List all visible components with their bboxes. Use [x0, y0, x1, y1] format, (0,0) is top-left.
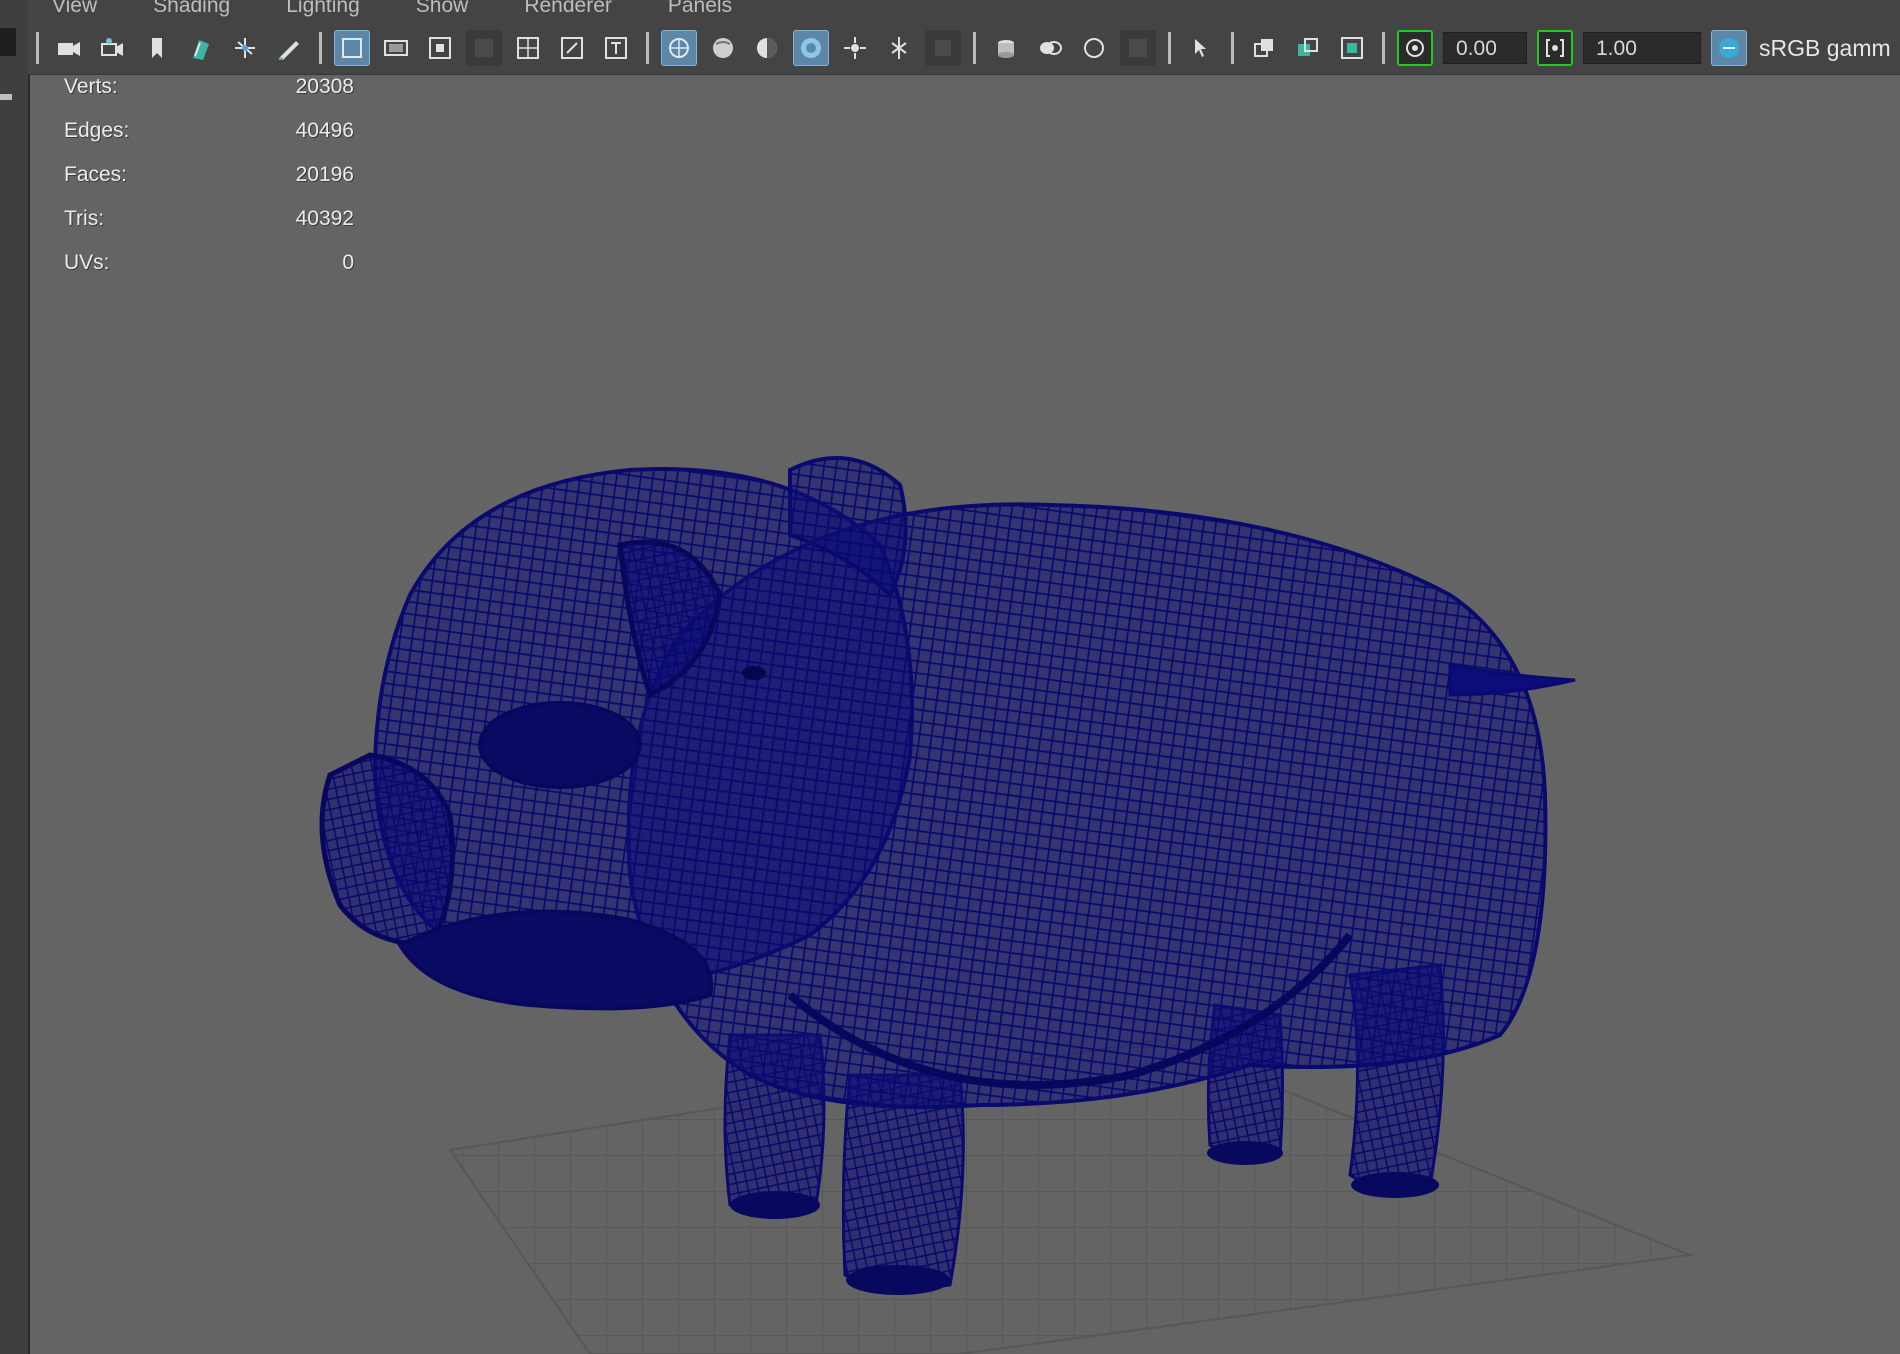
hud-label: Edges:	[64, 119, 130, 142]
grid-toggle-icon[interactable]	[227, 30, 263, 66]
toolbar-separator	[973, 32, 976, 64]
grease-pencil-icon[interactable]	[271, 30, 307, 66]
wireframe-on-shaded-icon[interactable]	[661, 30, 697, 66]
hud-value: 20308	[295, 75, 354, 98]
menu-show[interactable]: Show	[388, 0, 497, 18]
menu-shading[interactable]: Shading	[125, 0, 258, 18]
gate-mask-icon[interactable]	[466, 30, 502, 66]
menu-renderer[interactable]: Renderer	[496, 0, 640, 18]
hud-label: Faces:	[64, 163, 128, 186]
hud-value: 40496	[295, 119, 354, 142]
hud-label: Tris:	[64, 207, 105, 230]
hud-label: UVs:	[64, 251, 110, 274]
camera-gamma-icon[interactable]	[1537, 30, 1573, 66]
wireframe-shading-icon[interactable]	[334, 30, 370, 66]
hud-row-uvs: UVs: 0	[64, 251, 354, 295]
exposure-field[interactable]: 0.00	[1443, 32, 1527, 64]
gamma-field[interactable]: 1.00	[1583, 32, 1701, 64]
toolbar-separator	[1382, 32, 1385, 64]
image-plane-icon[interactable]	[183, 30, 219, 66]
hud-row-tris: Tris: 40392	[64, 207, 354, 251]
bookmark-icon[interactable]	[139, 30, 175, 66]
maya-viewport-window: View Shading Lighting Show Renderer Pane…	[0, 0, 1900, 1354]
camera-attributes-icon[interactable]	[95, 30, 131, 66]
hud-value: 20196	[295, 163, 354, 186]
3d-viewport[interactable]: Verts: 20308 Edges: 40496 Faces: 20196 T…	[30, 75, 1900, 1354]
camera-sequence-icon[interactable]	[1290, 30, 1326, 66]
toolbar-separator	[1231, 32, 1234, 64]
xray-joints-icon[interactable]	[1183, 30, 1219, 66]
panel-toolbar: 0.00 1.00 sRGB gamm	[28, 22, 1900, 75]
shadows-icon[interactable]	[881, 30, 917, 66]
camera-exposure-icon[interactable]	[1397, 30, 1433, 66]
panel-menu-bar: View Shading Lighting Show Renderer Pane…	[28, 0, 1900, 22]
use-default-material-icon[interactable]	[749, 30, 785, 66]
hud-toggle-icon[interactable]	[1334, 30, 1370, 66]
toolbar-separator	[646, 32, 649, 64]
isolate-select-icon[interactable]	[1120, 30, 1156, 66]
toolbar-separator	[1168, 32, 1171, 64]
depth-of-field-icon[interactable]	[1076, 30, 1112, 66]
smooth-shade-icon[interactable]	[705, 30, 741, 66]
lights-icon[interactable]	[837, 30, 873, 66]
hud-value: 40392	[295, 207, 354, 230]
ambient-occlusion-icon[interactable]	[925, 30, 961, 66]
resolution-gate-icon[interactable]	[422, 30, 458, 66]
left-panel-marker	[0, 94, 12, 100]
menu-panels[interactable]: Panels	[640, 0, 760, 18]
multisample-aa-icon[interactable]	[1032, 30, 1068, 66]
field-chart-icon[interactable]	[510, 30, 546, 66]
hud-row-faces: Faces: 20196	[64, 163, 354, 207]
toolbar-separator	[36, 32, 39, 64]
xray-active-components-icon[interactable]	[1246, 30, 1282, 66]
left-panel-edge	[0, 0, 30, 1354]
motion-blur-icon[interactable]	[988, 30, 1024, 66]
safe-action-icon[interactable]	[554, 30, 590, 66]
hud-label: Verts:	[64, 75, 118, 98]
color-space-label[interactable]: sRGB gamm	[1759, 35, 1891, 62]
poly-count-hud: Verts: 20308 Edges: 40496 Faces: 20196 T…	[64, 75, 354, 295]
hud-value: 0	[342, 251, 354, 274]
camera-icon[interactable]	[51, 30, 87, 66]
toolbar-separator	[319, 32, 322, 64]
menu-lighting[interactable]: Lighting	[258, 0, 388, 18]
hud-row-verts: Verts: 20308	[64, 75, 354, 119]
film-gate-icon[interactable]	[378, 30, 414, 66]
menu-view[interactable]: View	[28, 0, 125, 18]
color-management-icon[interactable]	[1711, 30, 1747, 66]
xray-icon[interactable]	[793, 30, 829, 66]
hud-row-edges: Edges: 40496	[64, 119, 354, 163]
left-panel-handle[interactable]	[0, 28, 16, 56]
safe-title-icon[interactable]	[598, 30, 634, 66]
